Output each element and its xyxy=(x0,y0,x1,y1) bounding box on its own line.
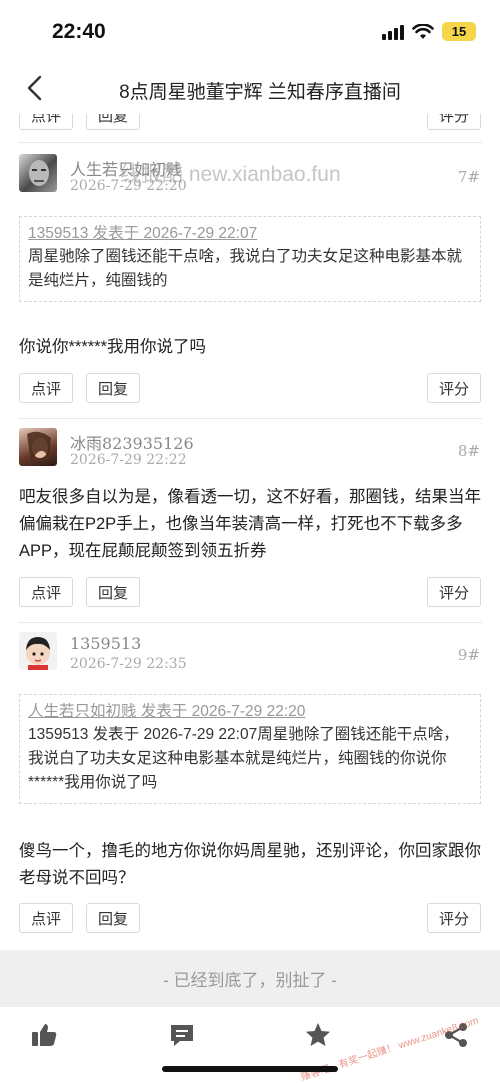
comment-button[interactable]: 点评 xyxy=(19,114,73,130)
watermark-text: 线报酷 new.xianbao.fun xyxy=(120,163,341,186)
reply-button[interactable]: 回复 xyxy=(86,577,140,607)
comment-button-label: 点评 xyxy=(30,114,61,125)
rate-button[interactable]: 评分 xyxy=(427,114,481,130)
comment-button[interactable]: 点评 xyxy=(19,903,73,933)
post-text: 傻鸟一个，撸毛的地方你说你妈周星驰，还别评论，你回家跟你老母说不回吗？ xyxy=(19,842,481,887)
reply-button[interactable]: 回复 xyxy=(86,114,140,130)
rate-button-label: 评分 xyxy=(438,584,469,602)
status-time: 22:40 xyxy=(52,20,106,43)
post-time: 2026-7-29 22:22 xyxy=(70,452,187,468)
quote-header[interactable]: 1359513 发表于 2026-7-29 22:07 xyxy=(28,223,470,245)
post-text: 吧友很多自以为是，像看透一切，这不好看，那圈钱，结果当年偏偏栽在P2P手上，也像… xyxy=(19,488,481,560)
quote-header[interactable]: 人生若只如初贱 发表于 2026-7-29 22:20 xyxy=(28,701,470,723)
thumbs-up-icon[interactable] xyxy=(30,1021,58,1049)
star-icon[interactable] xyxy=(304,1021,332,1049)
home-indicator[interactable] xyxy=(162,1066,338,1072)
divider xyxy=(18,622,482,623)
post-username[interactable]: 1359513 xyxy=(70,634,141,653)
battery-indicator: 15 xyxy=(442,22,476,41)
rate-button[interactable]: 评分 xyxy=(427,903,481,933)
comment-icon[interactable] xyxy=(168,1021,196,1049)
rate-button-label: 评分 xyxy=(438,380,469,398)
post-username[interactable]: 冰雨823935126 xyxy=(70,430,194,454)
quote-body: 1359513 发表于 2026-7-29 22:07周星驰除了圈钱还能干点啥，… xyxy=(28,726,459,791)
comment-button-label: 点评 xyxy=(30,380,61,398)
reply-button-label: 回复 xyxy=(97,114,128,125)
rate-button-label: 评分 xyxy=(438,910,469,928)
quote-block: 1359513 发表于 2026-7-29 22:07 周星驰除了圈钱还能干点啥… xyxy=(19,216,481,302)
avatar[interactable] xyxy=(19,428,57,466)
divider xyxy=(18,142,482,143)
page-title: 8点周星驰董宇辉 兰知春序直播间 xyxy=(119,82,401,103)
rate-button[interactable]: 评分 xyxy=(427,373,481,403)
post-floor: 8# xyxy=(457,442,480,460)
back-arrow-icon[interactable] xyxy=(22,74,48,102)
reply-button[interactable]: 回复 xyxy=(86,903,140,933)
reply-button-label: 回复 xyxy=(97,380,128,398)
avatar-face-icon xyxy=(26,637,50,670)
comment-button[interactable]: 点评 xyxy=(19,373,73,403)
comment-button[interactable]: 点评 xyxy=(19,577,73,607)
thread-content: 点评 回复 评分 人生若只如初贱 2026-7-29 22:20 7# 1359… xyxy=(0,114,500,950)
avatar[interactable] xyxy=(19,154,57,192)
rate-button-label: 评分 xyxy=(438,114,469,125)
avatar[interactable] xyxy=(19,632,57,670)
avatar-face-icon xyxy=(29,160,49,186)
reply-button-label: 回复 xyxy=(97,584,128,602)
wifi-icon xyxy=(412,23,434,39)
status-bar: 22:40 15 xyxy=(0,0,500,62)
reply-button[interactable]: 回复 xyxy=(86,373,140,403)
signal-icon xyxy=(382,24,404,40)
avatar-face-icon xyxy=(27,431,51,462)
quote-block: 人生若只如初贱 发表于 2026-7-29 22:20 1359513 发表于 … xyxy=(19,694,481,804)
post-text: 你说你******我用你说了吗 xyxy=(19,338,207,356)
rate-button[interactable]: 评分 xyxy=(427,577,481,607)
comment-button-label: 点评 xyxy=(30,910,61,928)
end-of-list-notice: - 已经到底了，别扯了 - xyxy=(0,950,500,1006)
comment-button-label: 点评 xyxy=(30,584,61,602)
status-icons: 15 xyxy=(382,22,476,41)
nav-bar: 8点周星驰董宇辉 兰知春序直播间 xyxy=(0,62,500,114)
post-floor: 9# xyxy=(457,646,480,664)
post-floor: 7# xyxy=(457,168,480,186)
post-time: 2026-7-29 22:35 xyxy=(70,656,187,672)
quote-body: 周星驰除了圈钱还能干点啥，我说白了功夫女足这种电影基本就是纯烂片，纯圈钱的 xyxy=(28,248,463,289)
reply-button-label: 回复 xyxy=(97,910,128,928)
divider xyxy=(18,418,482,419)
